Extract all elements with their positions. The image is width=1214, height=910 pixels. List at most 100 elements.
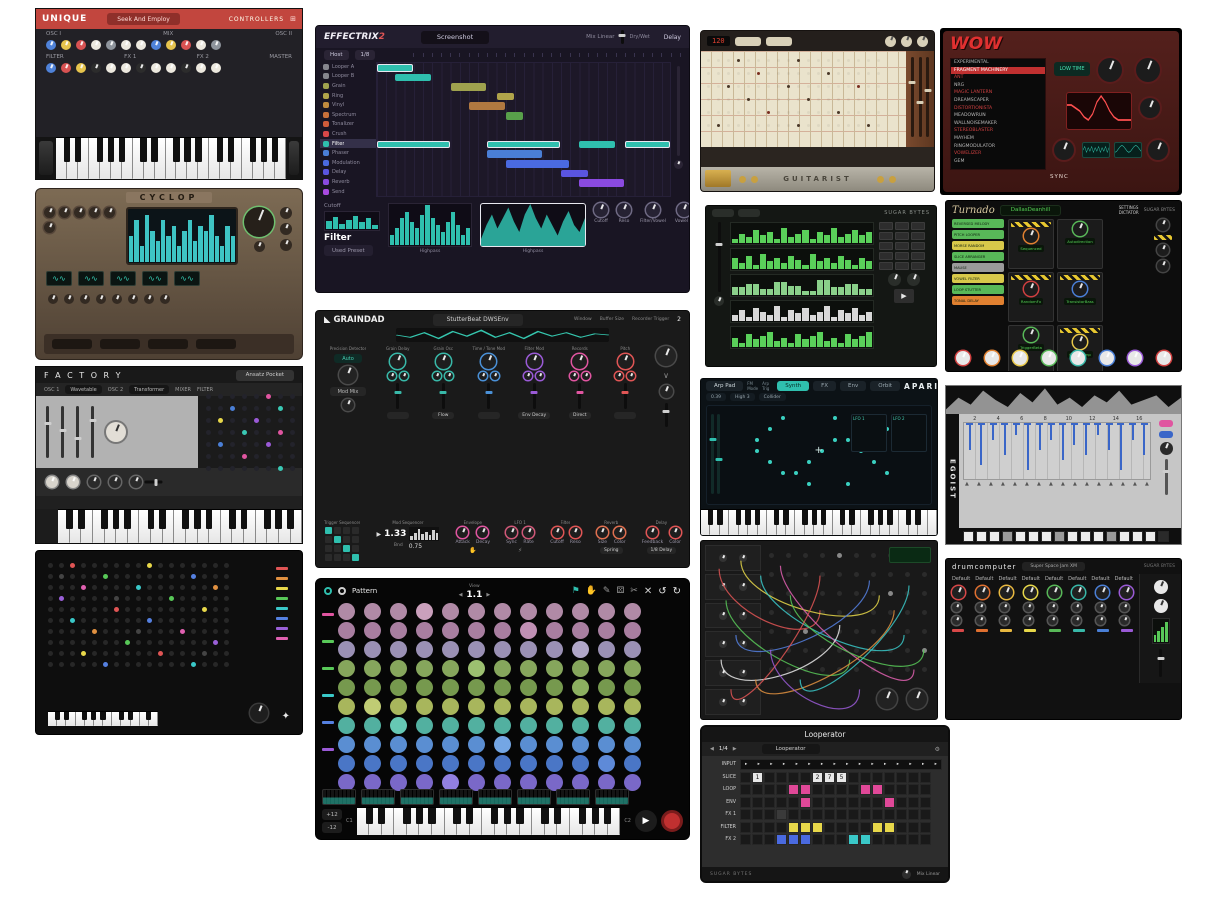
- tri[interactable]: ▲: [1061, 481, 1065, 487]
- tri[interactable]: ▲: [1037, 481, 1041, 487]
- piano-key-white[interactable]: [56, 138, 67, 179]
- piano-key-white[interactable]: [520, 808, 533, 835]
- step-cell[interactable]: [872, 772, 883, 783]
- rate-next[interactable]: ▶: [733, 746, 737, 752]
- tri[interactable]: ▲: [1109, 481, 1113, 487]
- column-pill[interactable]: [614, 412, 636, 419]
- tick[interactable]: [432, 53, 433, 57]
- seq-knob-2[interactable]: [907, 273, 920, 286]
- pattern-chart[interactable]: [701, 51, 906, 147]
- next-pattern[interactable]: ▶: [486, 591, 490, 599]
- osc2-type[interactable]: Transformer: [129, 385, 169, 394]
- redo-icon[interactable]: ↻: [673, 586, 681, 597]
- osc1-type[interactable]: Wavetable: [65, 385, 101, 394]
- knob-wrap[interactable]: [91, 40, 101, 50]
- knob[interactable]: [160, 294, 170, 304]
- seq-menu-pill-2[interactable]: [738, 209, 760, 217]
- list-item[interactable]: 10: [1057, 416, 1081, 422]
- piano-key-white[interactable]: [495, 808, 508, 835]
- knob[interactable]: [527, 354, 542, 369]
- list-item[interactable]: [276, 587, 288, 590]
- pitch-marker[interactable]: [976, 423, 988, 479]
- knob-wrap[interactable]: [1042, 351, 1056, 365]
- knob[interactable]: [390, 354, 405, 369]
- piano-key-white[interactable]: [122, 138, 133, 179]
- seq-left-knob[interactable]: [714, 296, 724, 306]
- piano-key-white[interactable]: [174, 510, 186, 543]
- knob[interactable]: [506, 527, 517, 538]
- piano-key-white[interactable]: [833, 510, 842, 535]
- piano-key-white[interactable]: [94, 712, 103, 726]
- column-slider[interactable]: [578, 383, 581, 409]
- tick[interactable]: [505, 53, 506, 57]
- master-knob-1[interactable]: [1154, 580, 1168, 594]
- graindad-column[interactable]: Grain OscFlow: [424, 346, 464, 419]
- knob-wrap[interactable]: [76, 40, 86, 50]
- unique-preset[interactable]: Seek And Employ: [107, 13, 180, 25]
- knob-wrap[interactable]: Decay: [476, 527, 490, 545]
- knob[interactable]: [400, 372, 408, 380]
- piano-key-white[interactable]: [116, 510, 128, 543]
- step-cell[interactable]: [884, 784, 895, 795]
- knob-wrap[interactable]: [130, 476, 142, 488]
- knob-wrap[interactable]: [109, 476, 121, 488]
- list-item[interactable]: [1000, 629, 1012, 632]
- sample-waveform[interactable]: [946, 386, 1181, 414]
- knob[interactable]: [121, 63, 131, 73]
- cyclop-small-knob[interactable]: [254, 241, 265, 252]
- list-item[interactable]: GEM: [951, 158, 1045, 166]
- piano-key-white[interactable]: [861, 510, 870, 535]
- piano-key-white[interactable]: [382, 808, 395, 835]
- step-cell[interactable]: [812, 822, 823, 833]
- pad[interactable]: [352, 554, 359, 561]
- list-item[interactable]: [976, 531, 987, 542]
- tick[interactable]: [542, 53, 543, 57]
- step-cell[interactable]: [824, 834, 835, 845]
- piano-key-white[interactable]: [209, 138, 220, 179]
- knob[interactable]: [388, 372, 396, 380]
- channel-knob-row-3[interactable]: [952, 616, 1133, 625]
- knob[interactable]: [109, 476, 121, 488]
- piano-key-white[interactable]: [57, 712, 66, 726]
- knob[interactable]: [121, 40, 131, 50]
- wavescreen[interactable]: ∿∿: [174, 271, 200, 286]
- tick[interactable]: [643, 53, 644, 57]
- step-cell[interactable]: [752, 822, 763, 833]
- list-item[interactable]: VOWELIZER: [951, 150, 1045, 158]
- graindad-preset[interactable]: StutterBeat DWSEnv: [433, 314, 523, 326]
- knob-wrap[interactable]: [952, 586, 965, 599]
- knob[interactable]: [106, 40, 116, 50]
- pad[interactable]: [334, 545, 341, 552]
- piano-key-white[interactable]: [795, 510, 804, 535]
- knob-wrap[interactable]: [46, 476, 58, 488]
- piano-key-white[interactable]: [279, 510, 291, 543]
- knob-wrap[interactable]: [1000, 586, 1013, 599]
- step-cell[interactable]: [860, 772, 871, 783]
- step-cell[interactable]: [812, 809, 823, 820]
- knob[interactable]: [524, 372, 532, 380]
- knob[interactable]: [523, 527, 534, 538]
- piano-key-white[interactable]: [128, 510, 140, 543]
- step-cell[interactable]: [860, 822, 871, 833]
- factory-bottom-knobs[interactable]: [46, 476, 142, 488]
- grid-block[interactable]: [395, 74, 431, 82]
- tri[interactable]: ▲: [1133, 481, 1137, 487]
- list-item[interactable]: MAGIC LANTERN: [951, 89, 1045, 97]
- knob[interactable]: [976, 616, 985, 625]
- preset-selector[interactable]: Screenshot: [421, 31, 489, 44]
- column-slider[interactable]: [487, 383, 490, 409]
- knob-wrap[interactable]: [1120, 603, 1129, 612]
- mseq-bars[interactable]: [409, 527, 439, 541]
- piano-key-white[interactable]: [470, 808, 483, 835]
- pitch-marker[interactable]: [1127, 423, 1139, 479]
- pad[interactable]: [343, 536, 350, 543]
- step-grid[interactable]: [376, 62, 671, 197]
- tick[interactable]: [588, 53, 589, 57]
- list-item[interactable]: [1080, 531, 1091, 542]
- piano-key-white[interactable]: [557, 808, 570, 835]
- piano-key-white[interactable]: [928, 510, 937, 535]
- piano-key-white[interactable]: [419, 808, 432, 835]
- knob[interactable]: [1157, 351, 1171, 365]
- step-cell[interactable]: [884, 822, 895, 833]
- knob[interactable]: [536, 372, 544, 380]
